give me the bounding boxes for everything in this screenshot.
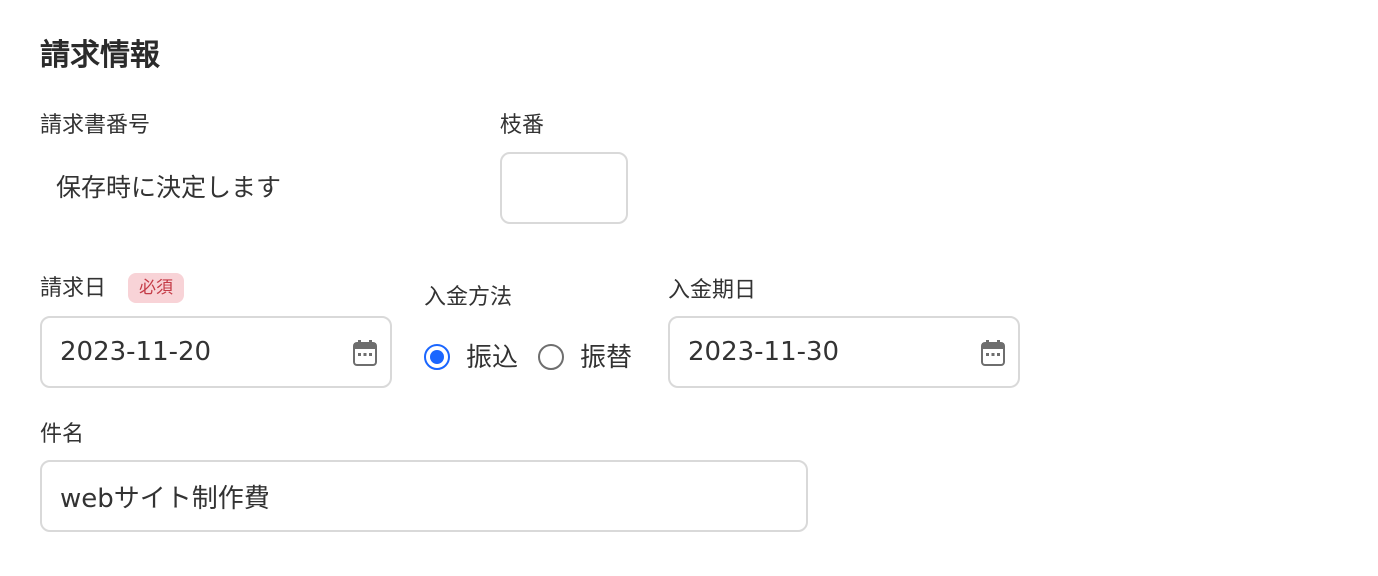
payment-method-label: 入金方法 <box>424 285 513 310</box>
invoice-date-label: 請求日 <box>40 276 107 301</box>
subject-value: webサイト制作費 <box>60 483 270 514</box>
radio-direct-debit-label[interactable]: 振替 <box>580 340 632 376</box>
branch-number-label: 枝番 <box>500 113 545 138</box>
invoice-date-input[interactable]: 2023-11-20 <box>40 316 392 388</box>
invoice-number-label: 請求書番号 <box>40 113 151 138</box>
branch-number-input[interactable] <box>500 152 628 224</box>
radio-transfer-label[interactable]: 振込 <box>466 340 518 376</box>
invoice-number-value: 保存時に決定します <box>56 173 282 202</box>
radio-transfer[interactable] <box>424 344 450 370</box>
subject-label: 件名 <box>40 422 85 447</box>
section-title: 請求情報 <box>40 38 160 73</box>
due-date-input[interactable]: 2023-11-30 <box>668 316 1020 388</box>
invoice-date-value: 2023-11-20 <box>60 337 212 367</box>
due-date-label: 入金期日 <box>668 278 757 303</box>
calendar-icon[interactable] <box>352 339 378 367</box>
calendar-icon[interactable] <box>980 339 1006 367</box>
due-date-value: 2023-11-30 <box>688 337 840 367</box>
radio-direct-debit[interactable] <box>538 344 564 370</box>
required-badge: 必須 <box>128 273 184 303</box>
invoice-info-form: 請求情報 請求書番号 保存時に決定します 枝番 請求日 必須 2023-11-2… <box>0 0 1378 576</box>
subject-input[interactable]: webサイト制作費 <box>40 460 808 532</box>
